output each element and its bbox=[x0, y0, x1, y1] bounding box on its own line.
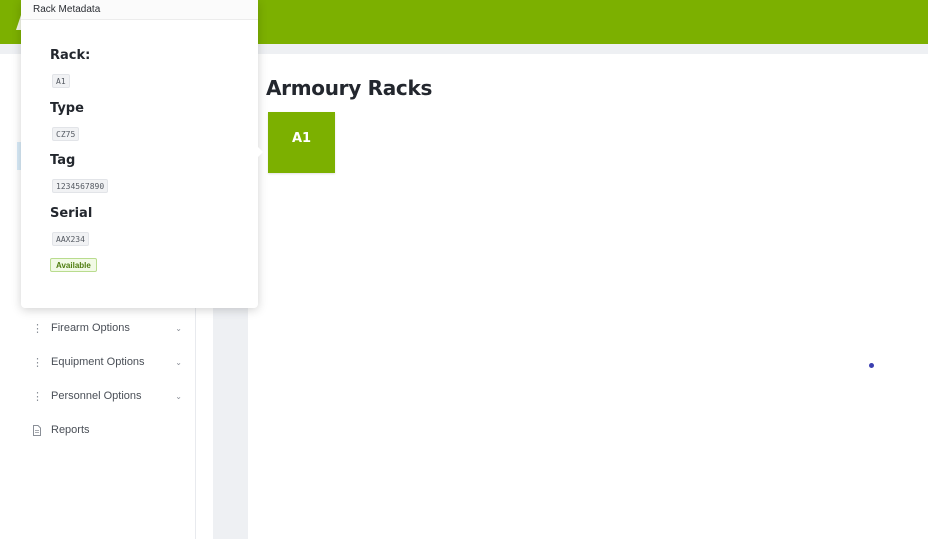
document-icon bbox=[32, 424, 50, 436]
serial-label: Serial bbox=[50, 206, 93, 221]
sidebar-item-label: Firearm Options bbox=[51, 322, 130, 334]
sidebar-item-reports[interactable]: Reports bbox=[0, 415, 196, 445]
drag-handle-icon: ⋮ bbox=[32, 356, 43, 369]
type-value: CZ75 bbox=[52, 127, 80, 141]
chevron-down-icon[interactable]: ⌄ bbox=[175, 392, 182, 401]
tag-value: 1234567890 bbox=[52, 179, 109, 193]
page-title: Armoury Racks bbox=[266, 76, 433, 100]
tag-label: Tag bbox=[50, 153, 76, 168]
rack-metadata-popover: Rack Metadata Rack: A1 Type CZ75 Tag 123… bbox=[21, 0, 263, 308]
popover-title: Rack Metadata bbox=[21, 0, 258, 20]
drag-handle-icon: ⋮ bbox=[32, 390, 43, 403]
sidebar-item-label: Personnel Options bbox=[51, 390, 142, 402]
rack-value: A1 bbox=[52, 74, 70, 88]
status-badge: Available bbox=[50, 258, 97, 272]
drag-handle-icon: ⋮ bbox=[32, 322, 43, 335]
mouse-cursor-indicator bbox=[869, 363, 874, 368]
main-content: Armoury Racks A1 bbox=[248, 54, 928, 539]
popover-arrow bbox=[257, 146, 263, 158]
sidebar-item-firearm-options[interactable]: ⋮ Firearm Options ⌄ bbox=[0, 313, 196, 343]
rack-tile-a1[interactable]: A1 bbox=[268, 112, 335, 173]
sidebar-item-personnel-options[interactable]: ⋮ Personnel Options ⌄ bbox=[0, 381, 196, 411]
rack-label: Rack: bbox=[50, 48, 91, 63]
sidebar-item-label: Equipment Options bbox=[51, 356, 145, 368]
serial-value: AAX234 bbox=[52, 232, 89, 246]
sidebar-item-equipment-options[interactable]: ⋮ Equipment Options ⌄ bbox=[0, 347, 196, 377]
type-label: Type bbox=[50, 101, 84, 116]
chevron-down-icon[interactable]: ⌄ bbox=[175, 324, 182, 333]
chevron-down-icon[interactable]: ⌄ bbox=[175, 358, 182, 367]
sidebar-item-label: Reports bbox=[51, 424, 90, 436]
